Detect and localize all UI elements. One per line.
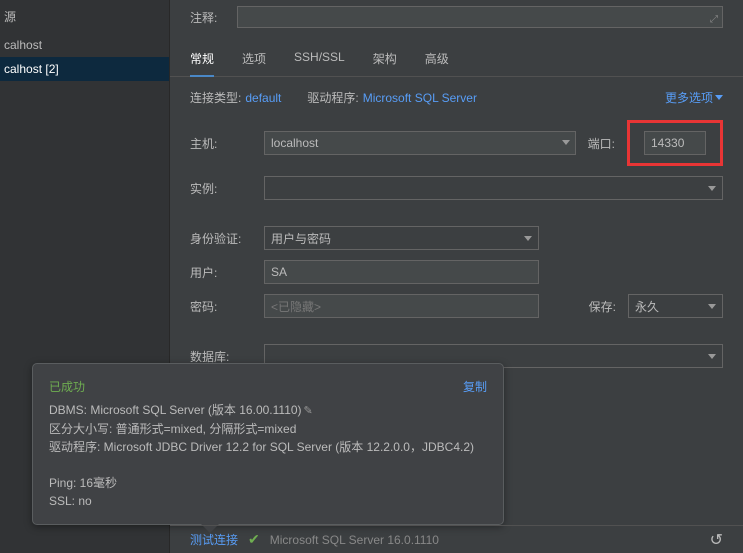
conn-type-label: 连接类型: (190, 89, 241, 106)
user-label: 用户: (190, 264, 252, 281)
check-icon: ✔ (248, 531, 260, 548)
instance-label: 实例: (190, 180, 252, 197)
chevron-down-icon (708, 304, 716, 309)
instance-dropdown[interactable] (264, 176, 723, 200)
user-row: 用户: (190, 260, 723, 284)
comment-input[interactable]: ⤢ (237, 6, 723, 28)
tab-advanced[interactable]: 高级 (425, 44, 449, 76)
save-dropdown[interactable]: 永久 (628, 294, 723, 318)
auth-row: 身份验证: 用户与密码 (190, 226, 723, 250)
test-connection-link[interactable]: 测试连接 (190, 531, 238, 548)
host-label: 主机: (190, 135, 252, 152)
sidebar-item-host-2[interactable]: calhost [2] (0, 57, 169, 81)
host-input[interactable] (264, 131, 576, 155)
auth-value: 用户与密码 (271, 230, 331, 247)
chevron-down-icon (524, 236, 532, 241)
tabs: 常规 选项 SSH/SSL 架构 高级 (170, 34, 743, 77)
popup-title: 已成功 (49, 378, 85, 395)
tab-general[interactable]: 常规 (190, 44, 214, 77)
more-options-button[interactable]: 更多选项 (665, 89, 723, 106)
chevron-down-icon[interactable] (562, 140, 570, 145)
host-row: 主机: 端口: (190, 120, 723, 166)
form-area: 连接类型: default 驱动程序: Microsoft SQL Server… (170, 77, 743, 390)
conn-type-link[interactable]: default (245, 91, 281, 105)
tab-ssh-ssl[interactable]: SSH/SSL (294, 44, 345, 76)
auth-dropdown[interactable]: 用户与密码 (264, 226, 539, 250)
sidebar-item-host-1[interactable]: calhost (0, 33, 169, 57)
ping-line: Ping: 16毫秒 (49, 474, 487, 492)
port-label: 端口: (588, 135, 615, 152)
chevron-down-icon (708, 186, 716, 191)
save-value: 永久 (635, 298, 659, 315)
sidebar-header: 源 (0, 0, 169, 33)
password-row: 密码: <已隐藏> 保存: 永久 (190, 294, 723, 318)
comment-label: 注释: (190, 9, 217, 26)
ssl-line: SSL: no (49, 492, 487, 510)
status-text: Microsoft SQL Server 16.0.1110 (270, 533, 439, 547)
revert-icon[interactable]: ↺ (710, 530, 723, 550)
dbms-label: DBMS: (49, 403, 90, 417)
tab-options[interactable]: 选项 (242, 44, 266, 76)
bottom-bar: 测试连接 ✔ Microsoft SQL Server 16.0.1110 ↺ (170, 525, 743, 553)
port-input[interactable] (644, 131, 706, 155)
port-highlight-box (627, 120, 723, 166)
popup-body: DBMS: Microsoft SQL Server (版本 16.00.111… (49, 401, 487, 510)
more-options-label: 更多选项 (665, 89, 713, 106)
driver-link[interactable]: Microsoft SQL Server (363, 91, 477, 105)
case-sensitivity-line: 区分大小写: 普通形式=mixed, 分隔形式=mixed (49, 420, 487, 438)
save-label: 保存: (589, 298, 616, 315)
connection-result-popup: 已成功 复制 DBMS: Microsoft SQL Server (版本 16… (32, 363, 504, 525)
auth-label: 身份验证: (190, 230, 252, 247)
password-input[interactable]: <已隐藏> (264, 294, 539, 318)
connection-type-row: 连接类型: default 驱动程序: Microsoft SQL Server… (190, 89, 723, 106)
user-input[interactable] (264, 260, 539, 284)
password-label: 密码: (190, 298, 252, 315)
copy-button[interactable]: 复制 (463, 378, 487, 395)
driver-line: 驱动程序: Microsoft JDBC Driver 12.2 for SQL… (49, 438, 487, 456)
pencil-icon[interactable]: ✎ (304, 405, 313, 417)
chevron-down-icon (715, 95, 723, 100)
tab-schema[interactable]: 架构 (373, 44, 397, 76)
chevron-down-icon (708, 354, 716, 359)
instance-row: 实例: (190, 176, 723, 200)
dbms-value: Microsoft SQL Server (版本 16.00.1110) (90, 403, 301, 417)
comment-row: 注释: ⤢ (170, 0, 743, 34)
expand-icon[interactable]: ⤢ (710, 14, 718, 25)
driver-label: 驱动程序: (307, 89, 358, 106)
database-label: 数据库: (190, 348, 252, 365)
